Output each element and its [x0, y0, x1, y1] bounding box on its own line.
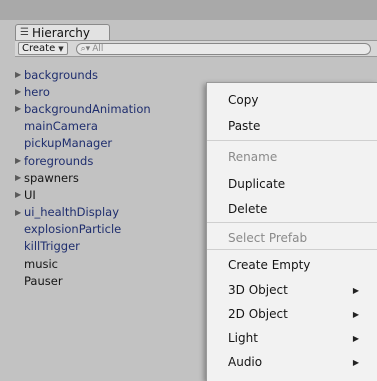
- menu-item[interactable]: Audio ▶: [228, 353, 377, 371]
- menu-item[interactable]: UI▶: [228, 377, 377, 381]
- hierarchy-item[interactable]: ▶ foregrounds: [15, 152, 205, 169]
- menu-item-label: Light: [228, 331, 258, 345]
- expand-arrow-icon[interactable]: ▶: [15, 87, 24, 96]
- expand-arrow-icon[interactable]: ▶: [15, 208, 24, 217]
- hierarchy-item-label: Pauser: [24, 273, 63, 288]
- hierarchy-item[interactable]: ▶ ui_healthDisplay: [15, 204, 205, 221]
- context-menu: Copy Paste Rename Duplicate Delete Select Pre…: [206, 82, 377, 381]
- create-dropdown-button[interactable]: Create ▼: [18, 42, 68, 55]
- menu-item-label: Copy: [228, 93, 259, 107]
- menu-item-label: 3D Object: [228, 283, 288, 297]
- list-icon: ☰: [20, 27, 29, 38]
- hierarchy-item-label: backgroundAnimation: [24, 101, 151, 116]
- hierarchy-item-label: ui_healthDisplay: [24, 205, 120, 220]
- menu-item[interactable]: Light ▶: [228, 329, 377, 347]
- menu-separator: [207, 249, 377, 250]
- hierarchy-item-label: foregrounds: [24, 153, 94, 168]
- unity-editor-window: ☰ Hierarchy Create ▼ ⌕▾ All ▶ backgrounds…: [0, 0, 377, 381]
- menu-item-label: Rename: [228, 150, 278, 164]
- submenu-arrow-icon: ▶: [352, 357, 359, 367]
- menu-item[interactable]: Delete: [228, 200, 377, 218]
- hierarchy-item[interactable]: ▶ UI: [15, 186, 205, 203]
- hierarchy-item[interactable]: ▶ backgroundAnimation: [15, 100, 205, 117]
- menu-item[interactable]: Copy: [228, 91, 377, 109]
- hierarchy-item-label: music: [24, 256, 59, 271]
- menu-item[interactable]: Duplicate: [228, 175, 377, 193]
- hierarchy-item-label: backgrounds: [24, 67, 99, 82]
- menu-item[interactable]: Paste: [228, 117, 377, 135]
- submenu-arrow-icon: ▶: [352, 309, 359, 319]
- menu-item[interactable]: 2D Object ▶: [228, 305, 377, 323]
- hierarchy-item-label: spawners: [24, 170, 79, 185]
- search-icon: ⌕▾: [80, 43, 91, 54]
- chevron-down-icon: ▼: [58, 44, 64, 53]
- expand-arrow-icon[interactable]: ▶: [15, 173, 24, 182]
- menu-item-label: Duplicate: [228, 177, 286, 191]
- menu-item[interactable]: 3D Object ▶: [228, 281, 377, 299]
- menu-item-label: Delete: [228, 202, 268, 216]
- menu-item-label: Paste: [228, 119, 261, 133]
- create-button-label: Create: [22, 43, 56, 54]
- menu-separator: [207, 140, 377, 141]
- editor-top-bar: [0, 0, 377, 20]
- hierarchy-item-label: pickupManager: [24, 136, 113, 151]
- menu-item: Select Prefab: [228, 229, 377, 247]
- hierarchy-item[interactable]: ▶ backgrounds: [15, 66, 205, 83]
- expand-arrow-icon[interactable]: ▶: [15, 190, 24, 199]
- hierarchy-item-label: UI: [24, 187, 36, 202]
- submenu-arrow-icon: ▶: [352, 285, 359, 295]
- hierarchy-item-label: explosionParticle: [24, 222, 122, 237]
- search-input[interactable]: ⌕▾ All: [75, 42, 371, 55]
- menu-item-label: 2D Object: [228, 307, 288, 321]
- search-input-value: All: [92, 43, 104, 54]
- hierarchy-item[interactable]: killTrigger: [15, 238, 205, 255]
- hierarchy-item[interactable]: pickupManager: [15, 135, 205, 152]
- expand-arrow-icon[interactable]: ▶: [15, 104, 24, 113]
- menu-item-label: Select Prefab: [228, 231, 308, 245]
- menu-separator: [207, 222, 377, 223]
- menu-item-label: Audio: [228, 355, 263, 369]
- submenu-arrow-icon: ▶: [352, 333, 359, 343]
- hierarchy-item[interactable]: explosionParticle: [15, 221, 205, 238]
- expand-arrow-icon[interactable]: ▶: [15, 70, 24, 79]
- menu-item-label: Create Empty: [228, 258, 311, 272]
- tab-hierarchy[interactable]: ☰ Hierarchy: [15, 24, 110, 40]
- hierarchy-item[interactable]: ▶ spawners: [15, 169, 205, 186]
- tab-hierarchy-label: Hierarchy: [31, 25, 90, 40]
- hierarchy-item[interactable]: music: [15, 255, 205, 272]
- hierarchy-item-label: mainCamera: [24, 119, 98, 134]
- expand-arrow-icon[interactable]: ▶: [15, 156, 24, 165]
- menu-item: Rename: [228, 148, 377, 166]
- hierarchy-item-label: hero: [24, 84, 50, 99]
- hierarchy-item-label: killTrigger: [24, 239, 80, 254]
- hierarchy-tree: ▶ backgrounds ▶ hero ▶ backgroundAnimation mai…: [15, 66, 205, 289]
- hierarchy-item[interactable]: mainCamera: [15, 118, 205, 135]
- hierarchy-item[interactable]: Pauser: [15, 272, 205, 289]
- hierarchy-item[interactable]: ▶ hero: [15, 83, 205, 100]
- hierarchy-toolbar: Create ▼ ⌕▾ All: [15, 40, 377, 57]
- menu-item[interactable]: Create Empty: [228, 256, 377, 274]
